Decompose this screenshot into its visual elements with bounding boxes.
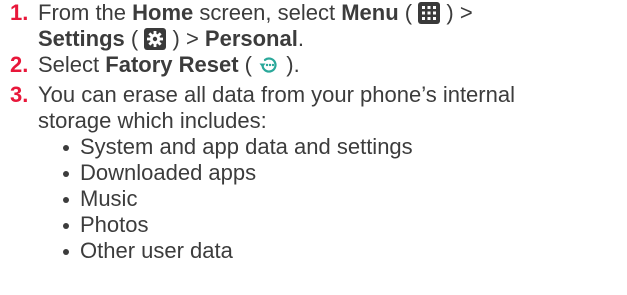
step-1: 1. From the Home screen, select Menu ( )… xyxy=(0,0,627,52)
step-text: ( xyxy=(124,26,139,51)
step-3: 3. You can erase all data from your phon… xyxy=(0,82,627,134)
grid-menu-icon xyxy=(418,2,441,24)
step-text: ( xyxy=(238,52,252,77)
step-text: ) > xyxy=(172,26,205,51)
data-bullet-list: System and app data and settings Downloa… xyxy=(0,134,627,264)
factory-reset-icon xyxy=(258,54,280,82)
list-item: System and app data and settings xyxy=(0,134,627,160)
step-number: 1. xyxy=(10,0,29,25)
step-text: Select xyxy=(38,52,106,77)
step-text: From the xyxy=(38,0,133,25)
step-text: screen, select xyxy=(193,0,342,25)
settings-label: Settings xyxy=(38,26,125,51)
list-item: Other user data xyxy=(0,238,627,264)
step-text: ). xyxy=(286,52,300,77)
step-text: ( xyxy=(398,0,413,25)
step-2: 2. Select Fatory Reset ( ). xyxy=(0,52,627,82)
step-number: 2. xyxy=(10,52,29,77)
step-3-line-2: storage which includes: xyxy=(38,108,267,133)
gear-settings-icon xyxy=(144,28,167,50)
step-3-line-1: You can erase all data from your phone’s… xyxy=(38,82,515,107)
step-number: 3. xyxy=(10,82,29,107)
instruction-steps: 1. From the Home screen, select Menu ( )… xyxy=(0,0,627,264)
step-text: . xyxy=(297,26,304,51)
step-text: ) > xyxy=(446,0,473,25)
menu-label: Menu xyxy=(341,0,399,25)
personal-label: Personal xyxy=(204,26,298,51)
factory-reset-label: Fatory Reset xyxy=(105,52,239,77)
list-item: Photos xyxy=(0,212,627,238)
list-item: Music xyxy=(0,186,627,212)
step-1-line-2: Settings ( ) > Personal. xyxy=(38,26,627,52)
home-label: Home xyxy=(132,0,194,25)
step-1-line-1: From the Home screen, select Menu ( ) > xyxy=(38,0,627,26)
list-item: Downloaded apps xyxy=(0,160,627,186)
